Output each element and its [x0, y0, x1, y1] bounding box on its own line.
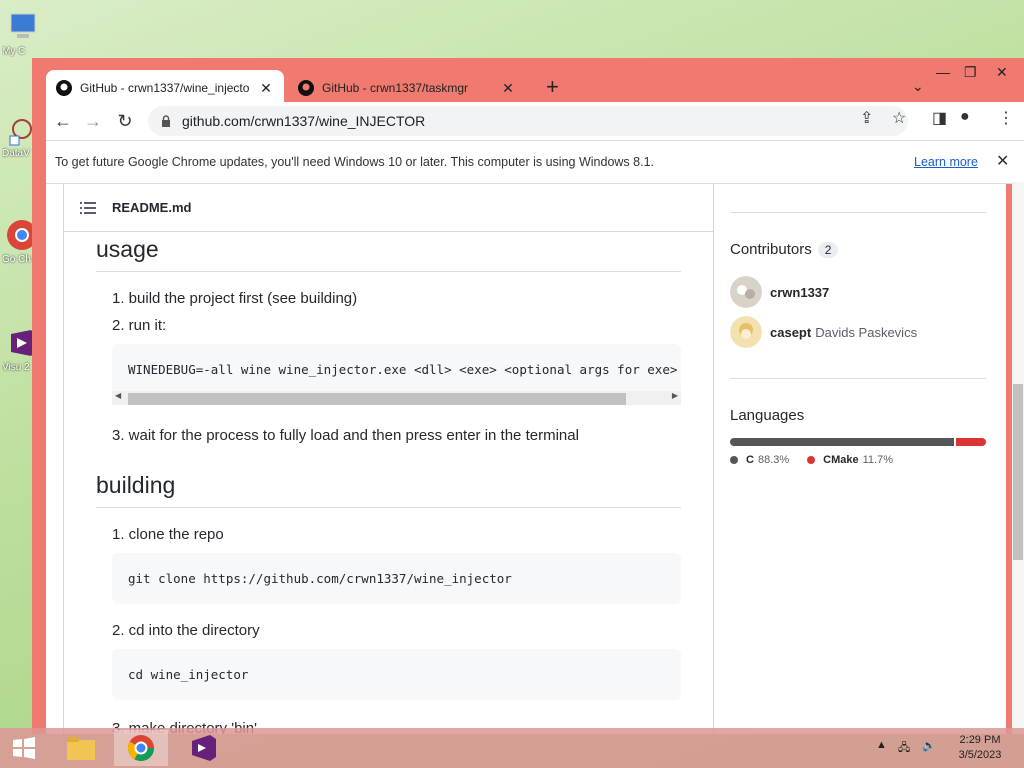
- start-button[interactable]: [0, 730, 48, 766]
- building-steps: 1. clone the repo git clone https://gith…: [96, 526, 681, 734]
- usage-step-1: 1. build the project first (see building…: [112, 290, 358, 307]
- contributor-login: casept: [770, 324, 812, 340]
- infobar-message: To get future Google Chrome updates, you…: [55, 155, 654, 169]
- usage-step-2: 2. run it:: [112, 317, 167, 334]
- list-icon[interactable]: [80, 201, 96, 215]
- language-dot-icon: [807, 456, 816, 464]
- close-tab-icon[interactable]: ✕: [500, 80, 516, 97]
- windows-logo-icon: [13, 737, 35, 759]
- tab-title: GitHub - crwn1337/taskmgr: [322, 81, 469, 95]
- contributors-count-badge: 2: [817, 241, 839, 258]
- minimize-button[interactable]: —: [936, 64, 950, 80]
- language-item-cmake[interactable]: CMake 11.7%: [807, 454, 893, 466]
- avatar: [730, 316, 762, 348]
- contributors-heading[interactable]: Contributors 2: [730, 241, 986, 258]
- desktop-icon-my-computer[interactable]: My C: [2, 10, 42, 57]
- taskbar-chrome[interactable]: [114, 730, 168, 766]
- menu-kebab-icon[interactable]: ⋮: [998, 108, 1014, 128]
- system-clock[interactable]: 2:29 PM 3/5/2023: [948, 733, 1012, 763]
- building-code-item-1: git clone https://github.com/crwn1337/wi…: [112, 553, 681, 604]
- clock-date: 3/5/2023: [958, 749, 1002, 761]
- code-block[interactable]: git clone https://github.com/crwn1337/wi…: [112, 553, 681, 604]
- tab-taskmgr[interactable]: GitHub - crwn1337/taskmgr ✕: [288, 70, 526, 106]
- readme-header: README.md: [64, 184, 713, 232]
- clock-time: 2:29 PM: [959, 734, 1001, 746]
- back-button[interactable]: ←: [52, 110, 74, 132]
- visual-studio-icon: [192, 735, 216, 761]
- divider: [730, 378, 986, 379]
- language-bar-segment-c: [730, 438, 955, 446]
- folder-icon: [67, 737, 95, 760]
- contributor-casept[interactable]: casept Davids Paskevics: [730, 316, 986, 348]
- language-bar-segment-cmake: [956, 438, 986, 446]
- address-bar[interactable]: github.com/crwn1337/wine_INJECTOR: [148, 106, 908, 136]
- chrome-icon: [127, 735, 155, 762]
- url-text: github.com/crwn1337/wine_INJECTOR: [182, 113, 426, 129]
- building-heading: building: [96, 472, 681, 508]
- close-tab-icon[interactable]: ✕: [258, 80, 274, 97]
- volume-icon[interactable]: 🔈: [922, 739, 936, 752]
- close-window-button[interactable]: ✕: [996, 64, 1008, 81]
- contributor-full-name: Davids Paskevics: [815, 324, 918, 340]
- profile-avatar-icon[interactable]: ●: [960, 108, 970, 126]
- forward-button[interactable]: →: [82, 110, 104, 132]
- scroll-thumb[interactable]: [128, 393, 626, 405]
- usage-code-item: WINEDEBUG=-all wine wine_injector.exe <d…: [112, 344, 681, 405]
- bookmark-star-icon[interactable]: ☆: [892, 108, 906, 128]
- language-dot-icon: [730, 456, 738, 464]
- scroll-right-arrow-icon[interactable]: ▶: [672, 391, 678, 400]
- page-vertical-scrollbar[interactable]: [1012, 182, 1024, 734]
- share-icon[interactable]: ⇪: [860, 108, 873, 128]
- browser-toolbar: ← → ↻ github.com/crwn1337/wine_INJECTOR …: [46, 102, 1024, 140]
- tab-search-chevron-icon[interactable]: ⌄: [912, 78, 924, 95]
- languages-heading: Languages: [730, 407, 805, 424]
- maximize-button[interactable]: ❐: [964, 64, 977, 81]
- tab-wine-injector[interactable]: GitHub - crwn1337/wine_injecto ✕: [46, 70, 284, 106]
- side-panel-icon[interactable]: ◨: [932, 108, 947, 128]
- computer-icon: [10, 13, 36, 38]
- new-tab-button[interactable]: +: [546, 76, 559, 98]
- github-page: README.md usage 1. build the project fir…: [46, 184, 1006, 734]
- show-hidden-icons-icon[interactable]: ▲: [876, 739, 887, 751]
- taskbar-file-explorer[interactable]: [54, 730, 108, 766]
- taskbar: ▲ 🖧 🔈 2:29 PM 3/5/2023: [0, 728, 1024, 768]
- readme-body: usage 1. build the project first (see bu…: [64, 236, 713, 734]
- building-step-2: 2. cd into the directory: [112, 622, 260, 639]
- network-icon[interactable]: 🖧: [898, 739, 910, 758]
- language-legend: C 88.3% CMake 11.7%: [730, 454, 986, 466]
- divider: [730, 212, 986, 213]
- contributor-login: crwn1337: [770, 284, 830, 300]
- repo-sidebar: Contributors 2 crwn1337 casept Davids Pa…: [730, 184, 986, 466]
- usage-step-3: 3. wait for the process to fully load an…: [112, 427, 579, 444]
- reload-button[interactable]: ↻: [114, 110, 136, 132]
- code-block[interactable]: WINEDEBUG=-all wine wine_injector.exe <d…: [112, 344, 681, 395]
- learn-more-link[interactable]: Learn more: [914, 155, 978, 169]
- code-horizontal-scrollbar[interactable]: ◀ ▶: [112, 391, 681, 405]
- github-icon: [298, 80, 314, 96]
- contributor-crwn1337[interactable]: crwn1337: [730, 276, 986, 308]
- lock-icon: [162, 115, 170, 127]
- close-infobar-icon[interactable]: ✕: [996, 151, 1009, 171]
- building-code-item-2: cd wine_injector: [112, 649, 681, 700]
- avatar: [730, 276, 762, 308]
- readme-panel: README.md usage 1. build the project fir…: [63, 184, 714, 734]
- update-infobar: To get future Google Chrome updates, you…: [46, 140, 1024, 184]
- tab-strip: GitHub - crwn1337/wine_injecto ✕ GitHub …: [46, 64, 1024, 106]
- scroll-left-arrow-icon[interactable]: ◀: [115, 391, 121, 400]
- scroll-thumb[interactable]: [1013, 384, 1023, 560]
- building-step-1: 1. clone the repo: [112, 526, 224, 543]
- code-block[interactable]: cd wine_injector: [112, 649, 681, 700]
- taskbar-visual-studio[interactable]: [176, 730, 230, 766]
- usage-heading: usage: [96, 236, 681, 272]
- chrome-window: GitHub - crwn1337/wine_injecto ✕ GitHub …: [32, 58, 1024, 734]
- readme-filename: README.md: [112, 200, 192, 215]
- usage-steps: 1. build the project first (see building…: [96, 290, 681, 444]
- language-bar: [730, 438, 986, 446]
- tab-title: GitHub - crwn1337/wine_injecto: [80, 81, 250, 95]
- language-item-c[interactable]: C 88.3%: [730, 454, 789, 466]
- github-icon: [56, 80, 72, 96]
